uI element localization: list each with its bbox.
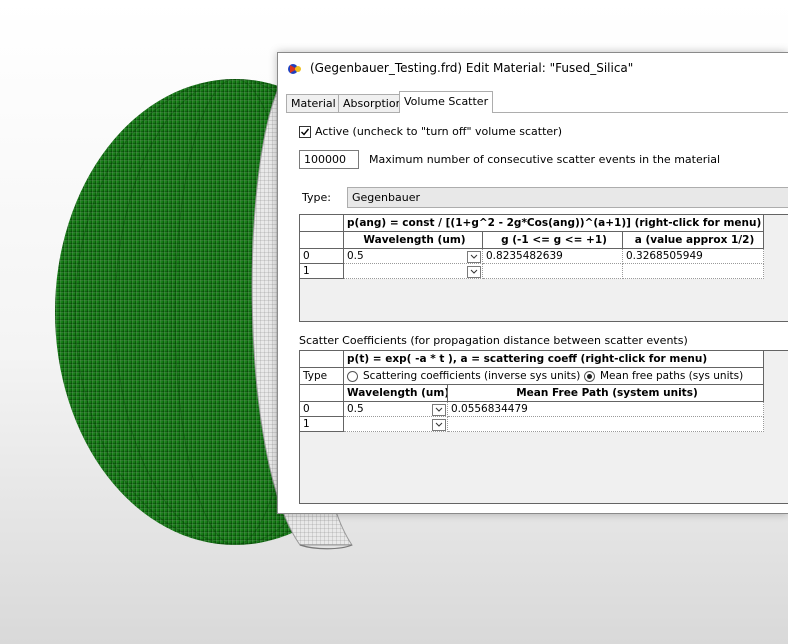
active-checkbox[interactable]: [299, 126, 311, 138]
window-title: (Gegenbauer_Testing.frd) Edit Material: …: [310, 61, 634, 75]
corner-cell: [300, 385, 344, 402]
phase-formula[interactable]: p(ang) = const / [(1+g^2 - 2g*Cos(ang))^…: [344, 215, 764, 232]
corner-cell: [300, 351, 344, 368]
corner-cell: [300, 232, 344, 249]
chevron-down-icon: [470, 254, 478, 259]
edit-material-dialog: (Gegenbauer_Testing.frd) Edit Material: …: [277, 52, 788, 514]
active-label: Active (uncheck to "turn off" volume sca…: [315, 125, 562, 138]
type-row-label: Type: [300, 368, 344, 385]
option-coeffs-label: Scattering coefficients (inverse sys uni…: [363, 370, 581, 382]
type-select[interactable]: Gegenbauer: [347, 187, 788, 208]
row-index[interactable]: 1: [300, 264, 344, 279]
table-cell-wavelength[interactable]: 0.5: [344, 249, 483, 264]
phase-function-table: p(ang) = const / [(1+g^2 - 2g*Cos(ang))^…: [299, 214, 788, 322]
max-events-label: Maximum number of consecutive scatter ev…: [369, 153, 721, 166]
type-options-cell: Scattering coefficients (inverse sys uni…: [344, 368, 764, 385]
wavelength-dropdown[interactable]: [467, 266, 481, 278]
chevron-down-icon: [435, 422, 443, 427]
table-cell-g[interactable]: 0.8235482639: [483, 249, 623, 264]
col-g: g (-1 <= g <= +1): [483, 232, 623, 249]
wavelength-dropdown[interactable]: [432, 419, 446, 431]
scatter-formula[interactable]: p(t) = exp( -a * t ), a = scattering coe…: [344, 351, 764, 368]
table-cell-a[interactable]: [623, 264, 764, 279]
col-wavelength: Wavelength (um): [344, 232, 483, 249]
tab-volume-scatter[interactable]: Volume Scatter: [399, 91, 494, 113]
chevron-down-icon: [470, 269, 478, 274]
max-events-input[interactable]: 100000: [299, 150, 359, 169]
volume-scatter-panel: Active (uncheck to "turn off" volume sca…: [286, 112, 788, 513]
row-index[interactable]: 0: [300, 402, 344, 417]
table-cell-g[interactable]: [483, 264, 623, 279]
tab-absorption[interactable]: Absorption: [338, 94, 408, 112]
scatter-coeff-label: Scatter Coefficients (for propagation di…: [299, 334, 688, 347]
title-bar[interactable]: (Gegenbauer_Testing.frd) Edit Material: …: [278, 53, 788, 83]
table-cell-mfp[interactable]: 0.0556834479: [448, 402, 764, 417]
row-index[interactable]: 0: [300, 249, 344, 264]
wavelength-dropdown[interactable]: [432, 404, 446, 416]
chevron-down-icon: [435, 407, 443, 412]
radio-scattering-coefficients[interactable]: [347, 371, 358, 382]
corner-cell: [300, 215, 344, 232]
radio-mean-free-paths[interactable]: [584, 371, 595, 382]
col-mean-free-path: Mean Free Path (system units): [448, 385, 764, 402]
wavelength-dropdown[interactable]: [467, 251, 481, 263]
option-mfp-label: Mean free paths (sys units): [600, 370, 744, 382]
check-icon: [301, 128, 310, 136]
row-index[interactable]: 1: [300, 417, 344, 432]
scatter-coeff-table: p(t) = exp( -a * t ), a = scattering coe…: [299, 350, 788, 504]
table-cell-wavelength[interactable]: [344, 264, 483, 279]
tab-material[interactable]: Material: [286, 94, 341, 112]
col-wavelength: Wavelength (um): [344, 385, 448, 402]
table-cell-mfp[interactable]: [448, 417, 764, 432]
type-label: Type:: [302, 191, 331, 204]
col-a: a (value approx 1/2): [623, 232, 764, 249]
app-icon: [288, 64, 301, 74]
table-cell-a[interactable]: 0.3268505949: [623, 249, 764, 264]
